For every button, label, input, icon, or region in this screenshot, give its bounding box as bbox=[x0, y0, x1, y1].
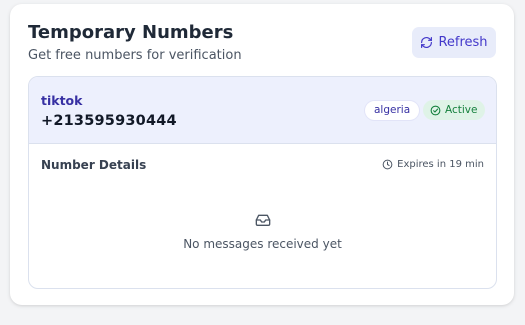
number-panel: tiktok +213595930444 algeria Active Numb… bbox=[28, 76, 497, 289]
page-title: Temporary Numbers bbox=[28, 22, 234, 43]
temporary-numbers-card: Temporary Numbers Get free numbers for v… bbox=[10, 4, 514, 305]
expiry-indicator: Expires in 19 min bbox=[382, 159, 484, 170]
number-details-title: Number Details bbox=[41, 158, 147, 172]
refresh-icon bbox=[421, 37, 433, 48]
empty-messages-text: No messages received yet bbox=[183, 237, 342, 251]
expiry-text: Expires in 19 min bbox=[397, 159, 484, 170]
check-circle-icon bbox=[430, 105, 441, 115]
service-name: tiktok bbox=[41, 93, 83, 108]
number-panel-header: tiktok +213595930444 algeria Active bbox=[29, 77, 496, 144]
clock-icon bbox=[382, 159, 393, 170]
page-subtitle: Get free numbers for verification bbox=[28, 48, 242, 63]
refresh-button[interactable]: Refresh bbox=[412, 27, 496, 58]
phone-number: +213595930444 bbox=[41, 113, 177, 129]
status-label: Active bbox=[445, 104, 478, 116]
refresh-button-label: Refresh bbox=[438, 35, 488, 50]
country-badge: algeria bbox=[365, 101, 420, 120]
status-badge: Active bbox=[423, 100, 486, 120]
inbox-icon bbox=[255, 214, 271, 226]
